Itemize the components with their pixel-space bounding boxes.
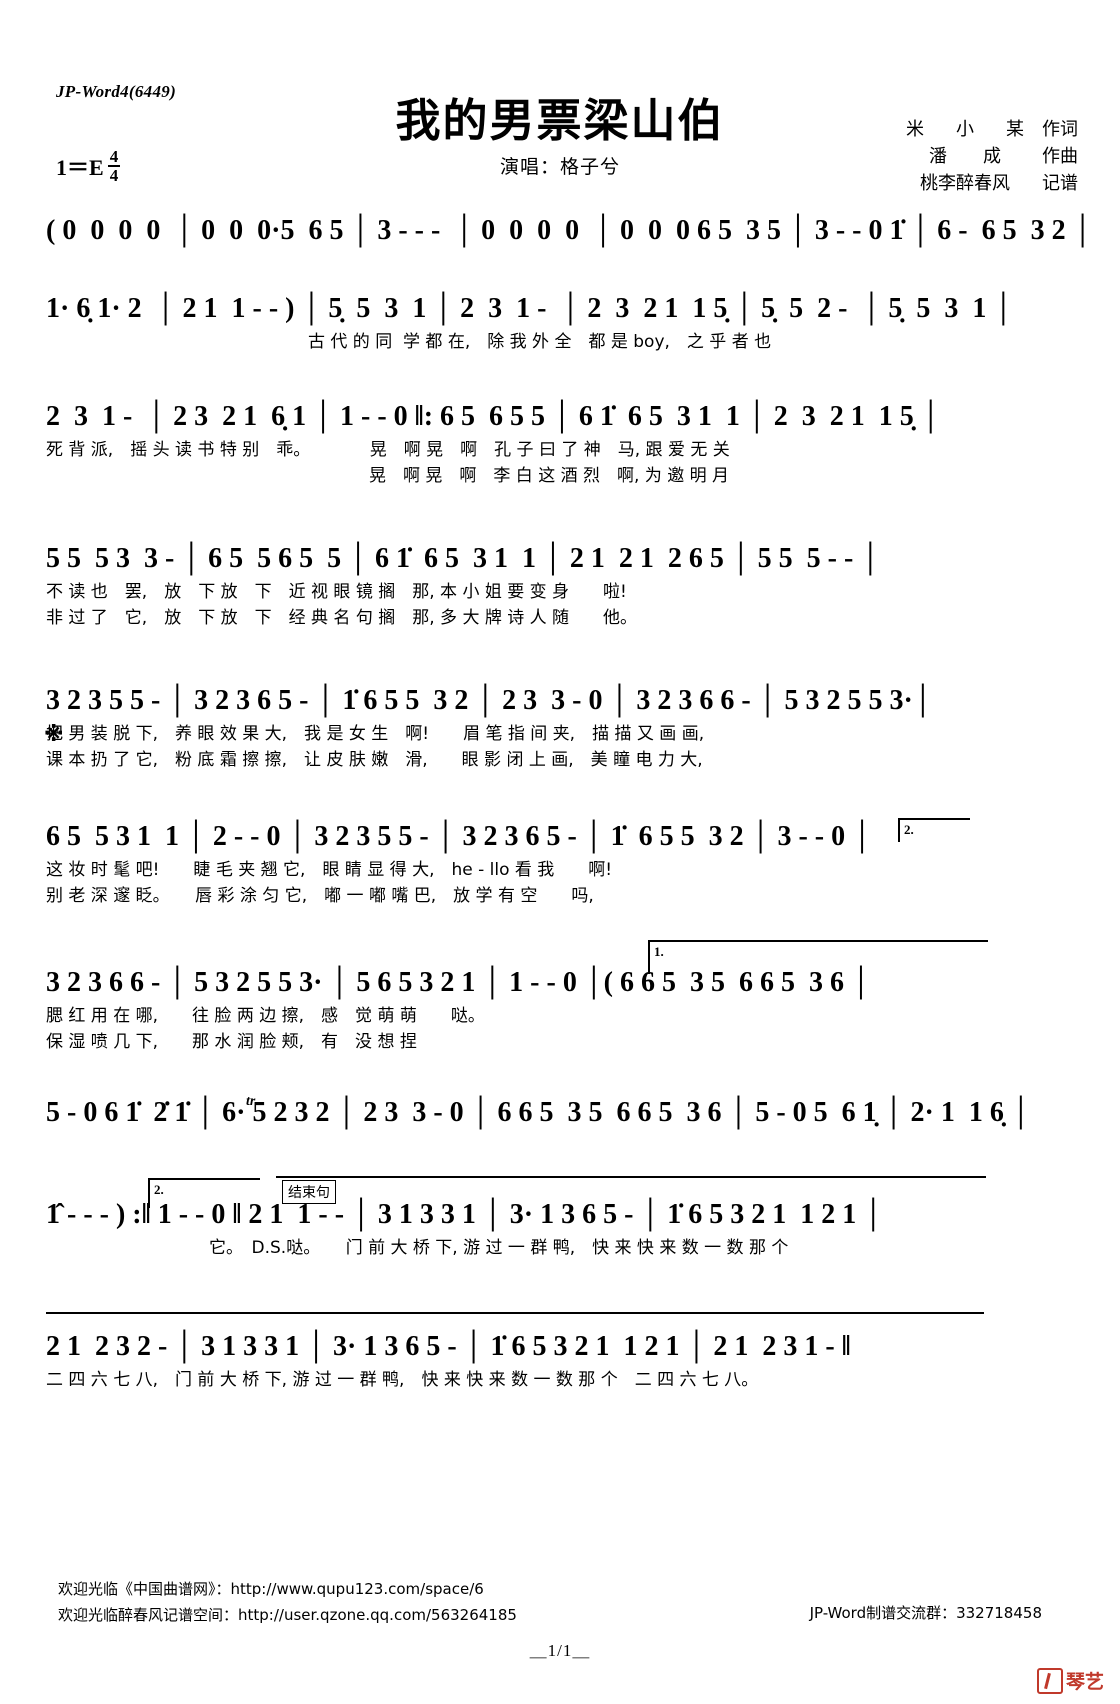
music-system-7: 3 2 3 6 6 - │ 5 3 2 5 5 3· │ 5 6 5 3 2 1… — [46, 966, 1074, 1056]
sheet-music-page: JP-Word4(6449) 我的男票梁山伯 演唱：格子兮 米 小 某 作词 潘… — [0, 0, 1120, 1704]
music-system-3: 2 3 1 - │ 2 3 2 1 6̣ 1 │ 1 - - 0 ‖: 6 5 … — [46, 400, 1074, 490]
lyric-line-verse1: 死 背 派, 摇 头 读 书 特 别 乖。 晃 啊 晃 啊 孔 子 曰 了 神 … — [46, 440, 730, 460]
credit-transcriber: 桃李醉春风 记谱 — [906, 170, 1078, 197]
second-ending-label: 2. — [904, 822, 914, 837]
key-signature: 1＝E — [56, 155, 104, 180]
music-system-10: 2 1 2 3 2 - │ 3 1 3 3 1 │ 3· 1 3 6 5 - │… — [46, 1330, 1074, 1394]
footer-links: 欢迎光临《中国曲谱网》：http://www.qupu123.com/space… — [58, 1576, 517, 1628]
notes-line: 2 3 1 - │ 2 3 2 1 6̣ 1 │ 1 - - 0 ‖: 6 5 … — [46, 401, 941, 432]
music-system-8: 5 - 0 6 1̇ 2̇ 1̇ │ 6· 5 2 3 2 │ 2 3 3 - … — [46, 1096, 1074, 1134]
transcriber-name: 桃李醉春风 — [920, 173, 1010, 194]
lyric-line-verse1: 把 男 装 脱 下, 养 眼 效 果 大, 我 是 女 生 啊! 眉 笔 指 间… — [46, 724, 705, 744]
music-system-2: 1· 6̣ 1· 2 │ 2 1 1 - - ) │ 5̣ 5 3 1 │ 2 … — [46, 292, 1074, 356]
lyric-line-verse2: 非 过 了 它, 放 下 放 下 经 典 名 句 搁 那, 多 大 牌 诗 人 … — [46, 608, 638, 628]
first-ending-bracket: 1. — [648, 940, 988, 974]
segno-icon: ※ — [44, 722, 64, 746]
lyric-line-verse2: 课 本 扔 了 它, 粉 底 霜 擦 擦, 让 皮 肤 嫩 滑, 眼 影 闭 上… — [46, 750, 703, 770]
credits-block: 米 小 某 作词 潘 成 作曲 桃李醉春风 记谱 — [906, 116, 1078, 197]
lyric-line: 二 四 六 七 八, 门 前 大 桥 下, 游 过 一 群 鸭, 快 来 快 来… — [46, 1370, 759, 1390]
first-ending-label: 1. — [654, 944, 664, 959]
footer-link-qupu[interactable]: 欢迎光临《中国曲谱网》：http://www.qupu123.com/space… — [58, 1576, 517, 1602]
notes-line: 3 2 3 5 5 - │ 3 2 3 6 5 - │ 1̇ 6 5 5 3 2… — [46, 685, 933, 716]
qinyi-logo: 琴艺 — [1036, 1667, 1104, 1694]
lyric-line: 它。 D.S.哒。 门 前 大 桥 下, 游 过 一 群 鸭, 快 来 快 来 … — [158, 1238, 789, 1258]
notes-line: 1· 6̣ 1· 2 │ 2 1 1 - - ) │ 5̣ 5 3 1 │ 2 … — [46, 293, 1014, 324]
final-phrase-bracket — [46, 1312, 984, 1336]
composer-name: 潘 成 — [929, 146, 1001, 167]
second-ending-bracket-2: 2. — [148, 1178, 260, 1208]
lyric-line-verse1: 不 读 也 罢, 放 下 放 下 近 视 眼 镜 搁 那, 本 小 姐 要 变 … — [46, 582, 627, 602]
credit-lyricist: 米 小 某 作词 — [906, 116, 1078, 143]
lyricist-name: 米 小 某 — [906, 119, 1024, 140]
logo-text: 琴艺 — [1065, 1671, 1104, 1693]
lyric-line-verse2: 别 老 深 邃 眨。 唇 彩 涂 匀 它, 嘟 一 嘟 嘴 巴, 放 学 有 空… — [46, 886, 594, 906]
ending-phrase-bracket — [276, 1176, 986, 1204]
notes-line: 5 - 0 6 1̇ 2̇ 1̇ │ 6· 5 2 3 2 │ 2 3 3 - … — [46, 1097, 1031, 1128]
lyric-line-verse2: 晃 啊 晃 啊 李 白 这 酒 烈 啊, 为 邀 明 月 — [46, 466, 730, 486]
notes-line: ( 0 0 0 0 │ 0 0 0·5 6 5 │ 3 - - - │ 0 0 … — [46, 215, 1093, 246]
second-ending-label-2: 2. — [154, 1182, 164, 1197]
page-number: ＿1/1＿ — [529, 1641, 591, 1660]
logo-mark-icon — [1036, 1667, 1063, 1694]
second-ending-bracket: 2. — [898, 818, 970, 842]
footer-link-qzone[interactable]: 欢迎光临醉春风记谱空间：http://user.qzone.qq.com/563… — [58, 1602, 517, 1628]
time-signature-denominator: 4 — [109, 166, 119, 185]
footer-group-info: JP-Word制谱交流群：332718458 — [809, 1604, 1042, 1622]
trill-mark: tr — [246, 1094, 256, 1109]
transcriber-role: 记谱 — [1042, 173, 1078, 194]
time-signature: 4 4 — [107, 147, 121, 185]
lyric-line-verse1: 腮 红 用 在 哪, 往 脸 两 边 擦, 感 觉 萌 萌 哒。 — [46, 1006, 485, 1026]
lyric-line: 古 代 的 同 学 都 在, 除 我 外 全 都 是 boy, 之 乎 者 也 — [308, 332, 772, 352]
notes-line: 5 5 5 3 3 - │ 6 5 5 6 5 5 │ 6 1̇ 6 5 3 1… — [46, 543, 881, 574]
time-signature-numerator: 4 — [107, 147, 121, 167]
music-system-4: 5 5 5 3 3 - │ 6 5 5 6 5 5 │ 6 1̇ 6 5 3 1… — [46, 542, 1074, 632]
lyric-line-verse1: 这 妆 时 髦 吧! 睫 毛 夹 翘 它, 眼 睛 显 得 大, he - ll… — [46, 860, 613, 880]
credit-composer: 潘 成 作曲 — [906, 143, 1078, 170]
music-system-1: ( 0 0 0 0 │ 0 0 0·5 6 5 │ 3 - - - │ 0 0 … — [46, 214, 1093, 252]
lyric-line-verse2: 保 湿 喷 几 下, 那 水 润 脸 颊, 有 没 想 捏 — [46, 1032, 417, 1052]
music-system-5: 3 2 3 5 5 - │ 3 2 3 6 5 - │ 1̇ 6 5 5 3 2… — [46, 684, 1074, 774]
composer-role: 作曲 — [1042, 146, 1078, 167]
key-time-signature: 1＝E 4 4 — [56, 147, 121, 185]
lyricist-role: 作词 — [1042, 119, 1078, 140]
